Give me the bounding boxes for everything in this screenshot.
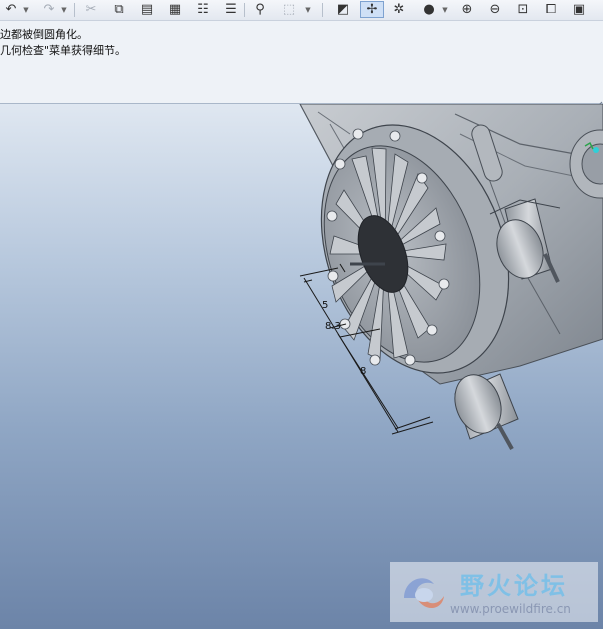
chevron-down-icon[interactable]: ▼ [304,1,312,18]
message-area: 边都被倒圆角化。 几何检查"菜单获得细节。 [0,21,603,115]
main-toolbar: ↶ ▼ ↷ ▼ ✂ ⧉ ▤ ▦ ☷ ☰ ⚲ ⬚ ▼ ◩ ✢ ✲ ● ▼ ⊕ ⊖ … [0,0,603,21]
toolbar-separator [322,3,323,17]
display-style-icon[interactable]: ● [420,1,438,18]
dimension-label[interactable]: 5 [322,300,328,311]
watermark-title: 野火论坛 [460,572,568,600]
saved-views-icon[interactable]: ⧠ [542,1,560,18]
forum-logo-icon [404,578,444,608]
spin-center-icon[interactable]: ✢ [360,1,384,18]
toolbar-separator [244,3,245,17]
chevron-down-icon[interactable]: ▼ [441,1,449,18]
redo-icon[interactable]: ↷ [40,1,58,18]
watermark: 野火论坛 www.proewildfire.cn [390,562,598,622]
zoom-in-icon[interactable]: ⊕ [458,1,476,18]
message-line-2: 几何检查"菜单获得细节。 [0,44,127,57]
watermark-url: www.proewildfire.cn [450,602,571,616]
datum-display-icon[interactable]: ◩ [334,1,352,18]
undo-icon[interactable]: ↶ [2,1,20,18]
chevron-down-icon[interactable]: ▼ [22,1,30,18]
zoom-out-icon[interactable]: ⊖ [486,1,504,18]
dimension-label[interactable]: 8.3 [325,321,341,332]
find-icon[interactable]: ⚲ [251,1,269,18]
repaint-icon[interactable]: ▣ [570,1,588,18]
paste-icon[interactable]: ▤ [138,1,156,18]
message-line-1: 边都被倒圆角化。 [0,28,88,41]
cut-icon[interactable]: ✂ [82,1,100,18]
regenerate-icon[interactable]: ☷ [194,1,212,18]
orient-mode-icon[interactable]: ✲ [390,1,408,18]
dimension-label[interactable]: 8 [360,366,366,377]
refit-icon[interactable]: ⊡ [514,1,532,18]
select-box-icon[interactable]: ⬚ [276,1,302,18]
toolbar-separator [74,3,75,17]
paste-special-icon[interactable]: ▦ [166,1,184,18]
graphics-window[interactable]: 5 8.3 8 [0,104,603,629]
regenerate-manager-icon[interactable]: ☰ [222,1,240,18]
copy-icon[interactable]: ⧉ [110,1,128,18]
chevron-down-icon[interactable]: ▼ [60,1,68,18]
model-viewport: 5 8.3 8 [299,104,603,450]
